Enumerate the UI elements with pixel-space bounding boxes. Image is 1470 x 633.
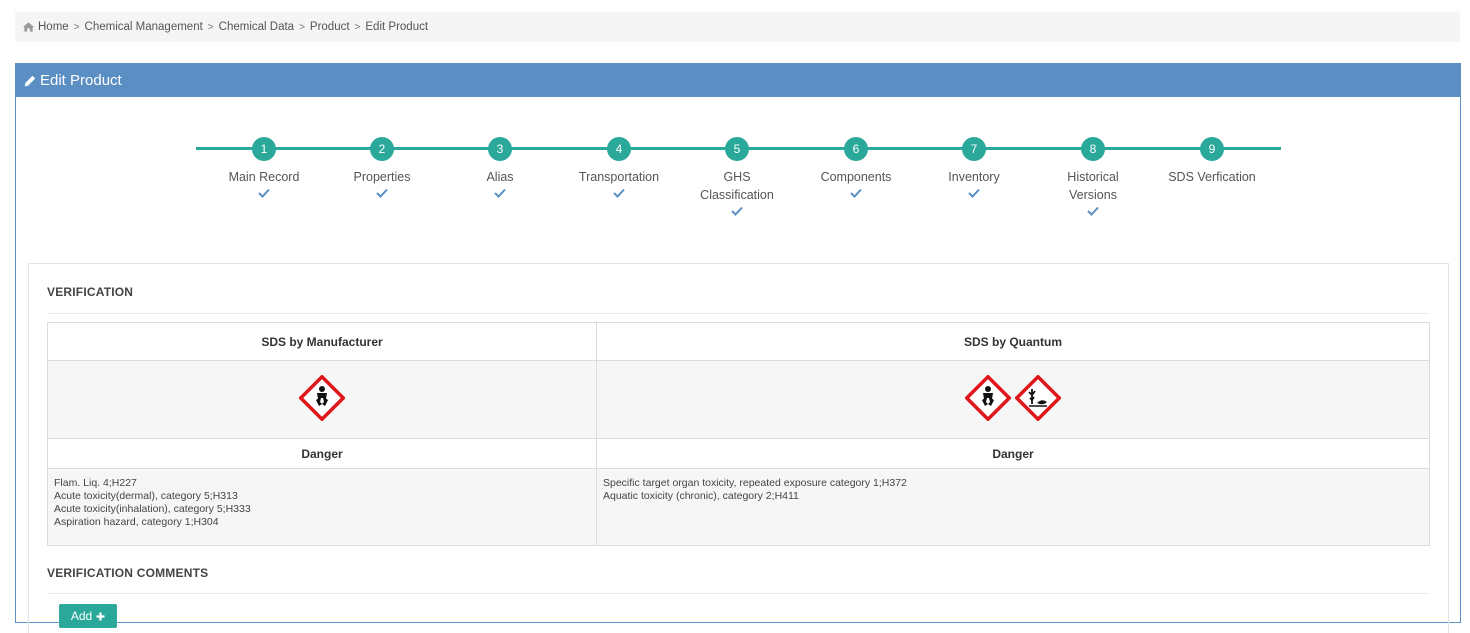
checkmark-icon [376, 188, 388, 198]
step-number: 8 [1081, 137, 1105, 161]
quantum-hazard-statements: Specific target organ toxicity, repeated… [596, 468, 1430, 546]
step-label: Inventory [948, 170, 1000, 184]
quantum-header: SDS by Quantum [596, 322, 1430, 361]
checkmark-icon [850, 188, 862, 198]
step-label: Components [820, 170, 892, 184]
step-number: 2 [370, 137, 394, 161]
panel-header: Edit Product [16, 64, 1460, 97]
checkmark-icon [731, 206, 743, 216]
step-main-record[interactable]: 1 Main Record [204, 137, 324, 198]
verification-table: SDS by Manufacturer SDS by Quantum Dange… [47, 322, 1430, 546]
breadcrumb-chemical-management[interactable]: Chemical Management [85, 21, 203, 33]
quantum-pictograms [596, 360, 1430, 439]
breadcrumb-edit-product: Edit Product [365, 21, 429, 33]
step-label: SDS Verfication [1168, 170, 1256, 184]
step-label: GHS Classification [700, 170, 774, 202]
step-components[interactable]: 6 Components [796, 137, 916, 198]
hazard-statement: Acute toxicity(dermal), category 5;H313 [54, 490, 238, 502]
verification-section: VERIFICATION SDS by Manufacturer SDS by … [28, 263, 1449, 633]
step-transportation[interactable]: 4 Transportation [559, 137, 679, 198]
step-number: 3 [488, 137, 512, 161]
edit-product-panel: Edit Product 1 Main Record 2 Properties … [15, 63, 1462, 633]
step-historical-versions[interactable]: 8 Historical Versions [1053, 137, 1133, 216]
step-label: Alias [486, 170, 514, 184]
environment-hazard-icon [1015, 375, 1061, 421]
checkmark-icon [968, 188, 980, 198]
breadcrumb-chemical-data[interactable]: Chemical Data [219, 21, 294, 33]
step-number: 6 [844, 137, 868, 161]
step-label: Main Record [228, 170, 300, 184]
breadcrumb-separator: > [207, 21, 214, 33]
plus-icon [96, 612, 105, 620]
breadcrumb-home[interactable]: Home [38, 21, 69, 33]
hazard-statement: Specific target organ toxicity, repeated… [603, 477, 907, 489]
hazard-statement: Aspiration hazard, category 1;H304 [54, 516, 219, 528]
verification-comments-title: VERIFICATION COMMENTS [47, 566, 209, 580]
divider [47, 593, 1429, 594]
divider [47, 313, 1429, 314]
quantum-signal-word: Danger [596, 438, 1430, 469]
add-button-label: Add [70, 609, 93, 623]
health-hazard-icon [965, 375, 1011, 421]
manufacturer-header: SDS by Manufacturer [47, 322, 597, 361]
step-number: 4 [607, 137, 631, 161]
manufacturer-signal-word: Danger [47, 438, 597, 469]
step-ghs-classification[interactable]: 5 GHS Classification [692, 137, 782, 216]
breadcrumb-separator: > [299, 21, 305, 33]
step-properties[interactable]: 2 Properties [322, 137, 442, 198]
checkmark-icon [1087, 206, 1099, 216]
step-number: 7 [962, 137, 986, 161]
step-inventory[interactable]: 7 Inventory [914, 137, 1034, 198]
add-comment-button[interactable]: Add [59, 604, 117, 628]
step-number: 5 [725, 137, 749, 161]
verification-title: VERIFICATION [47, 285, 134, 299]
wizard-steps: 1 Main Record 2 Properties 3 Alias 4 Tra… [16, 97, 1462, 257]
step-label: Properties [353, 170, 411, 184]
breadcrumb-separator: > [73, 21, 80, 33]
breadcrumb: Home > Chemical Management > Chemical Da… [15, 12, 1460, 42]
checkmark-icon [494, 188, 506, 198]
breadcrumb-product[interactable]: Product [310, 21, 350, 33]
health-hazard-icon [299, 375, 345, 421]
manufacturer-hazard-statements: Flam. Liq. 4;H227 Acute toxicity(dermal)… [47, 468, 597, 546]
step-label: Historical Versions [1067, 170, 1119, 202]
page-title: Edit Product [40, 72, 122, 89]
step-sds-verification[interactable]: 9 SDS Verfication [1152, 137, 1272, 186]
checkmark-icon [258, 188, 270, 198]
breadcrumb-separator: > [354, 21, 361, 33]
step-number: 9 [1200, 137, 1224, 161]
step-label: Transportation [578, 170, 660, 184]
checkmark-icon [613, 188, 625, 198]
hazard-statement: Acute toxicity(inhalation), category 5;H… [54, 503, 251, 515]
home-icon [23, 22, 34, 32]
manufacturer-pictograms [47, 360, 597, 439]
hazard-statement: Flam. Liq. 4;H227 [54, 477, 137, 489]
step-number: 1 [252, 137, 276, 161]
pencil-icon [24, 75, 36, 86]
hazard-statement: Aquatic toxicity (chronic), category 2;H… [603, 490, 799, 502]
step-alias[interactable]: 3 Alias [440, 137, 560, 198]
